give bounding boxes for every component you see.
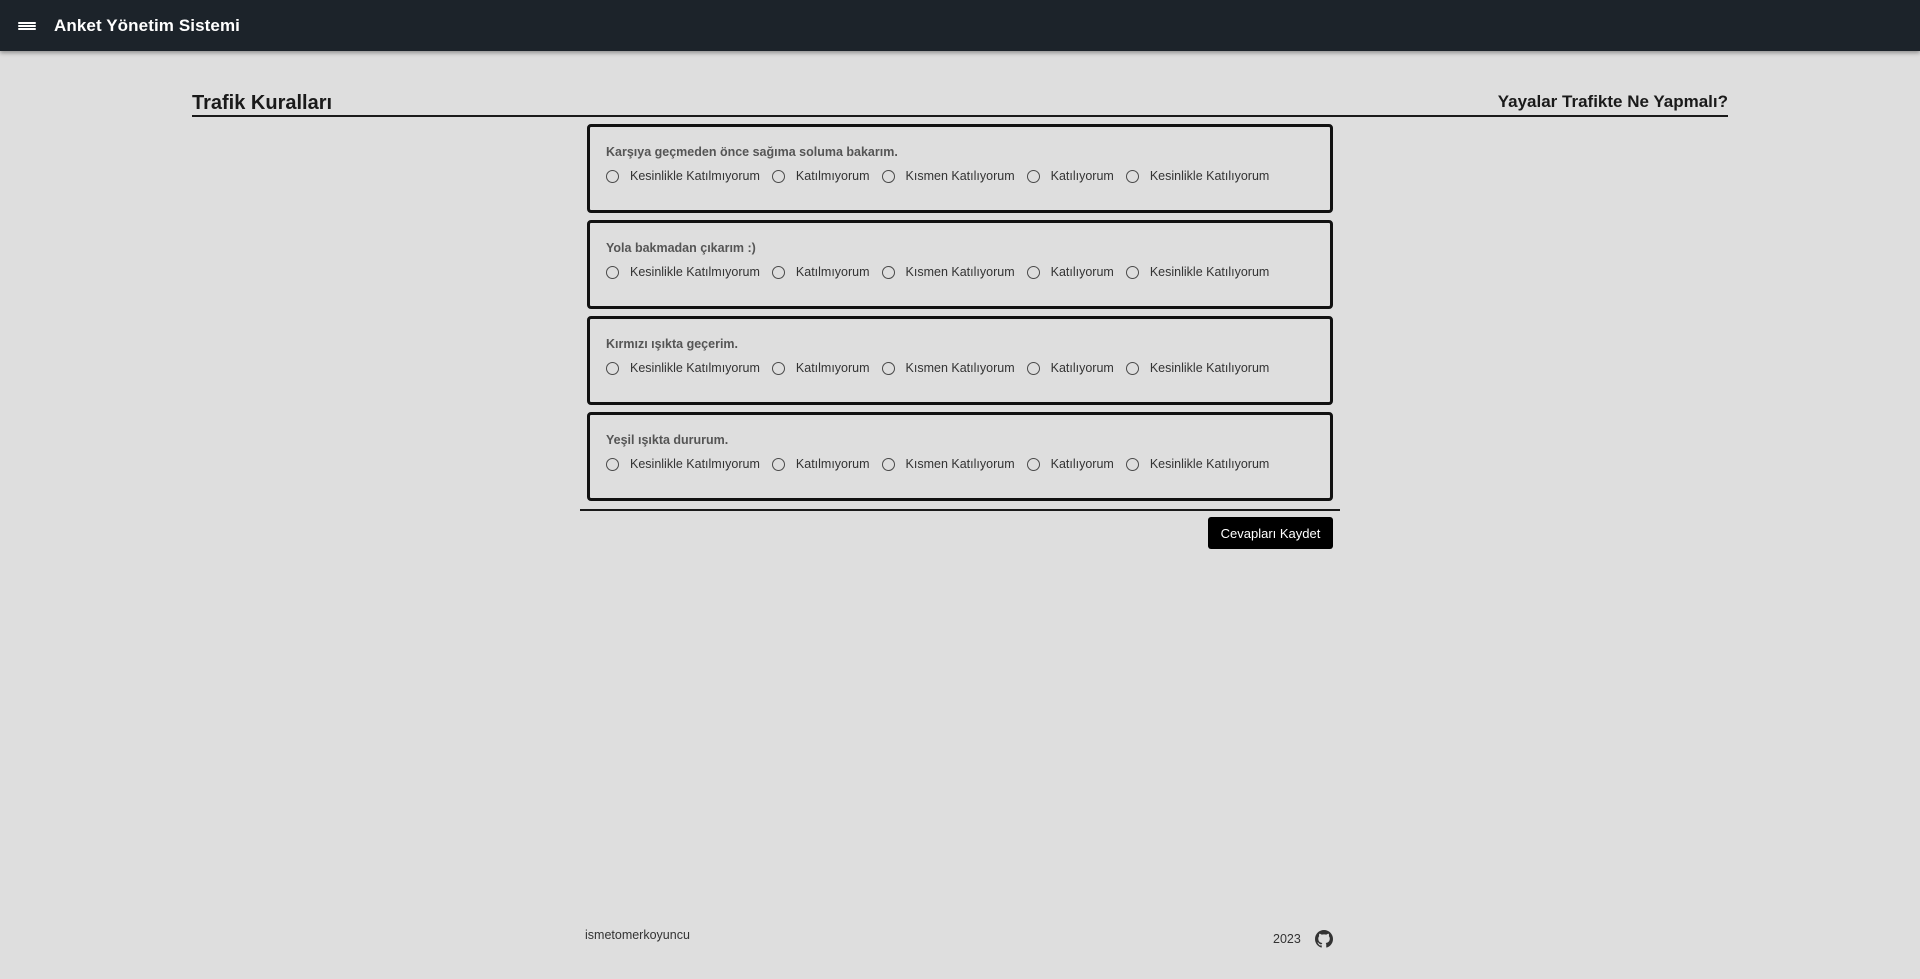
answer-options: Kesinlikle Katılmıyorum Katılmıyorum Kısme… — [606, 169, 1281, 183]
option-label: Katılmıyorum — [795, 361, 870, 375]
answer-options: Kesinlikle Katılmıyorum Katılmıyorum Kısme… — [606, 361, 1281, 375]
option-label: Kesinlikle Katılmıyorum — [630, 169, 760, 183]
answer-option[interactable]: Kesinlikle Katılıyorum — [1125, 169, 1270, 183]
footer-year: 2023 — [1273, 932, 1301, 946]
option-label: Kısmen Katılıyorum — [905, 265, 1015, 279]
option-label: Katılmıyorum — [795, 169, 870, 183]
answer-option[interactable]: Kesinlikle Katılmıyorum — [606, 361, 760, 375]
answer-option[interactable]: Kısmen Katılıyorum — [881, 457, 1015, 471]
radio-button[interactable] — [606, 361, 619, 375]
option-label: Katılıyorum — [1050, 457, 1114, 471]
answer-options: Kesinlikle Katılmıyorum Katılmıyorum Kısme… — [606, 265, 1281, 279]
radio-button[interactable] — [1026, 169, 1040, 183]
answer-option[interactable]: Katılıyorum — [1026, 361, 1114, 375]
radio-button[interactable] — [771, 361, 785, 375]
footer-author: ismetomerkoyuncu — [585, 928, 690, 942]
option-label: Kısmen Katılıyorum — [905, 457, 1015, 471]
question-card: Yeşil ışıkta dururum. Kesinlikle Katılmıy… — [587, 412, 1333, 501]
answer-option[interactable]: Kesinlikle Katılmıyorum — [606, 457, 760, 471]
radio-button[interactable] — [1125, 265, 1139, 279]
question-text: Yeşil ışıkta dururum. — [606, 433, 729, 447]
radio-button[interactable] — [606, 265, 619, 279]
option-label: Katılıyorum — [1050, 169, 1114, 183]
option-label: Kesinlikle Katılmıyorum — [630, 457, 760, 471]
option-label: Katılmıyorum — [795, 265, 870, 279]
radio-button[interactable] — [1125, 457, 1139, 471]
radio-button[interactable] — [1125, 169, 1139, 183]
option-label: Kesinlikle Katılmıyorum — [630, 265, 760, 279]
question-card: Kırmızı ışıkta geçerim. Kesinlikle Katılm… — [587, 316, 1333, 405]
option-label: Kesinlikle Katılıyorum — [1149, 169, 1270, 183]
footer-right: 2023 — [1273, 930, 1333, 948]
radio-button[interactable] — [771, 457, 785, 471]
answer-option[interactable]: Katılıyorum — [1026, 169, 1114, 183]
answer-option[interactable]: Kısmen Katılıyorum — [881, 169, 1015, 183]
survey-form: Karşıya geçmeden önce sağıma soluma baka… — [587, 124, 1333, 508]
option-label: Katılıyorum — [1050, 361, 1114, 375]
option-label: Kesinlikle Katılıyorum — [1149, 265, 1270, 279]
radio-button[interactable] — [606, 457, 619, 471]
question-text: Karşıya geçmeden önce sağıma soluma baka… — [606, 145, 898, 159]
radio-button[interactable] — [1026, 361, 1040, 375]
option-label: Katılmıyorum — [795, 457, 870, 471]
answer-option[interactable]: Katılmıyorum — [771, 169, 870, 183]
option-label: Kısmen Katılıyorum — [905, 169, 1015, 183]
question-text: Kırmızı ışıkta geçerim. — [606, 337, 739, 351]
answer-options: Kesinlikle Katılmıyorum Katılmıyorum Kısme… — [606, 457, 1281, 471]
radio-button[interactable] — [606, 169, 619, 183]
answer-option[interactable]: Kesinlikle Katılmıyorum — [606, 169, 760, 183]
answer-option[interactable]: Katılıyorum — [1026, 265, 1114, 279]
option-label: Kesinlikle Katılmıyorum — [630, 361, 760, 375]
radio-button[interactable] — [881, 265, 895, 279]
option-label: Kısmen Katılıyorum — [905, 361, 1015, 375]
radio-button[interactable] — [1125, 361, 1139, 375]
save-answers-button[interactable]: Cevapları Kaydet — [1208, 517, 1333, 549]
github-icon[interactable] — [1314, 930, 1333, 948]
divider — [580, 509, 1340, 511]
option-label: Kesinlikle Katılıyorum — [1149, 361, 1270, 375]
answer-option[interactable]: Kesinlikle Katılmıyorum — [606, 265, 760, 279]
option-label: Katılıyorum — [1050, 265, 1114, 279]
question-card: Karşıya geçmeden önce sağıma soluma baka… — [587, 124, 1333, 213]
answer-option[interactable]: Katılmıyorum — [771, 457, 870, 471]
survey-title: Yayalar Trafikte Ne Yapmalı? — [1497, 92, 1728, 111]
app-bar: Anket Yönetim Sistemi — [0, 0, 1920, 51]
menu-icon[interactable] — [18, 19, 36, 33]
answer-option[interactable]: Kısmen Katılıyorum — [881, 265, 1015, 279]
radio-button[interactable] — [1026, 265, 1040, 279]
question-card: Yola bakmadan çıkarım :) Kesinlikle Katıl… — [587, 220, 1333, 309]
radio-button[interactable] — [771, 265, 785, 279]
app-title: Anket Yönetim Sistemi — [54, 15, 241, 35]
radio-button[interactable] — [881, 457, 895, 471]
option-label: Kesinlikle Katılıyorum — [1149, 457, 1270, 471]
radio-button[interactable] — [1026, 457, 1040, 471]
answer-option[interactable]: Katılmıyorum — [771, 361, 870, 375]
page-header: Trafik Kuralları Yayalar Trafikte Ne Yap… — [192, 90, 1728, 117]
answer-option[interactable]: Kesinlikle Katılıyorum — [1125, 265, 1270, 279]
answer-option[interactable]: Kısmen Katılıyorum — [881, 361, 1015, 375]
answer-option[interactable]: Katılmıyorum — [771, 265, 870, 279]
category-title: Trafik Kuralları — [192, 92, 333, 114]
answer-option[interactable]: Kesinlikle Katılıyorum — [1125, 361, 1270, 375]
radio-button[interactable] — [881, 361, 895, 375]
radio-button[interactable] — [771, 169, 785, 183]
answer-option[interactable]: Kesinlikle Katılıyorum — [1125, 457, 1270, 471]
question-text: Yola bakmadan çıkarım :) — [606, 241, 756, 255]
answer-option[interactable]: Katılıyorum — [1026, 457, 1114, 471]
radio-button[interactable] — [881, 169, 895, 183]
